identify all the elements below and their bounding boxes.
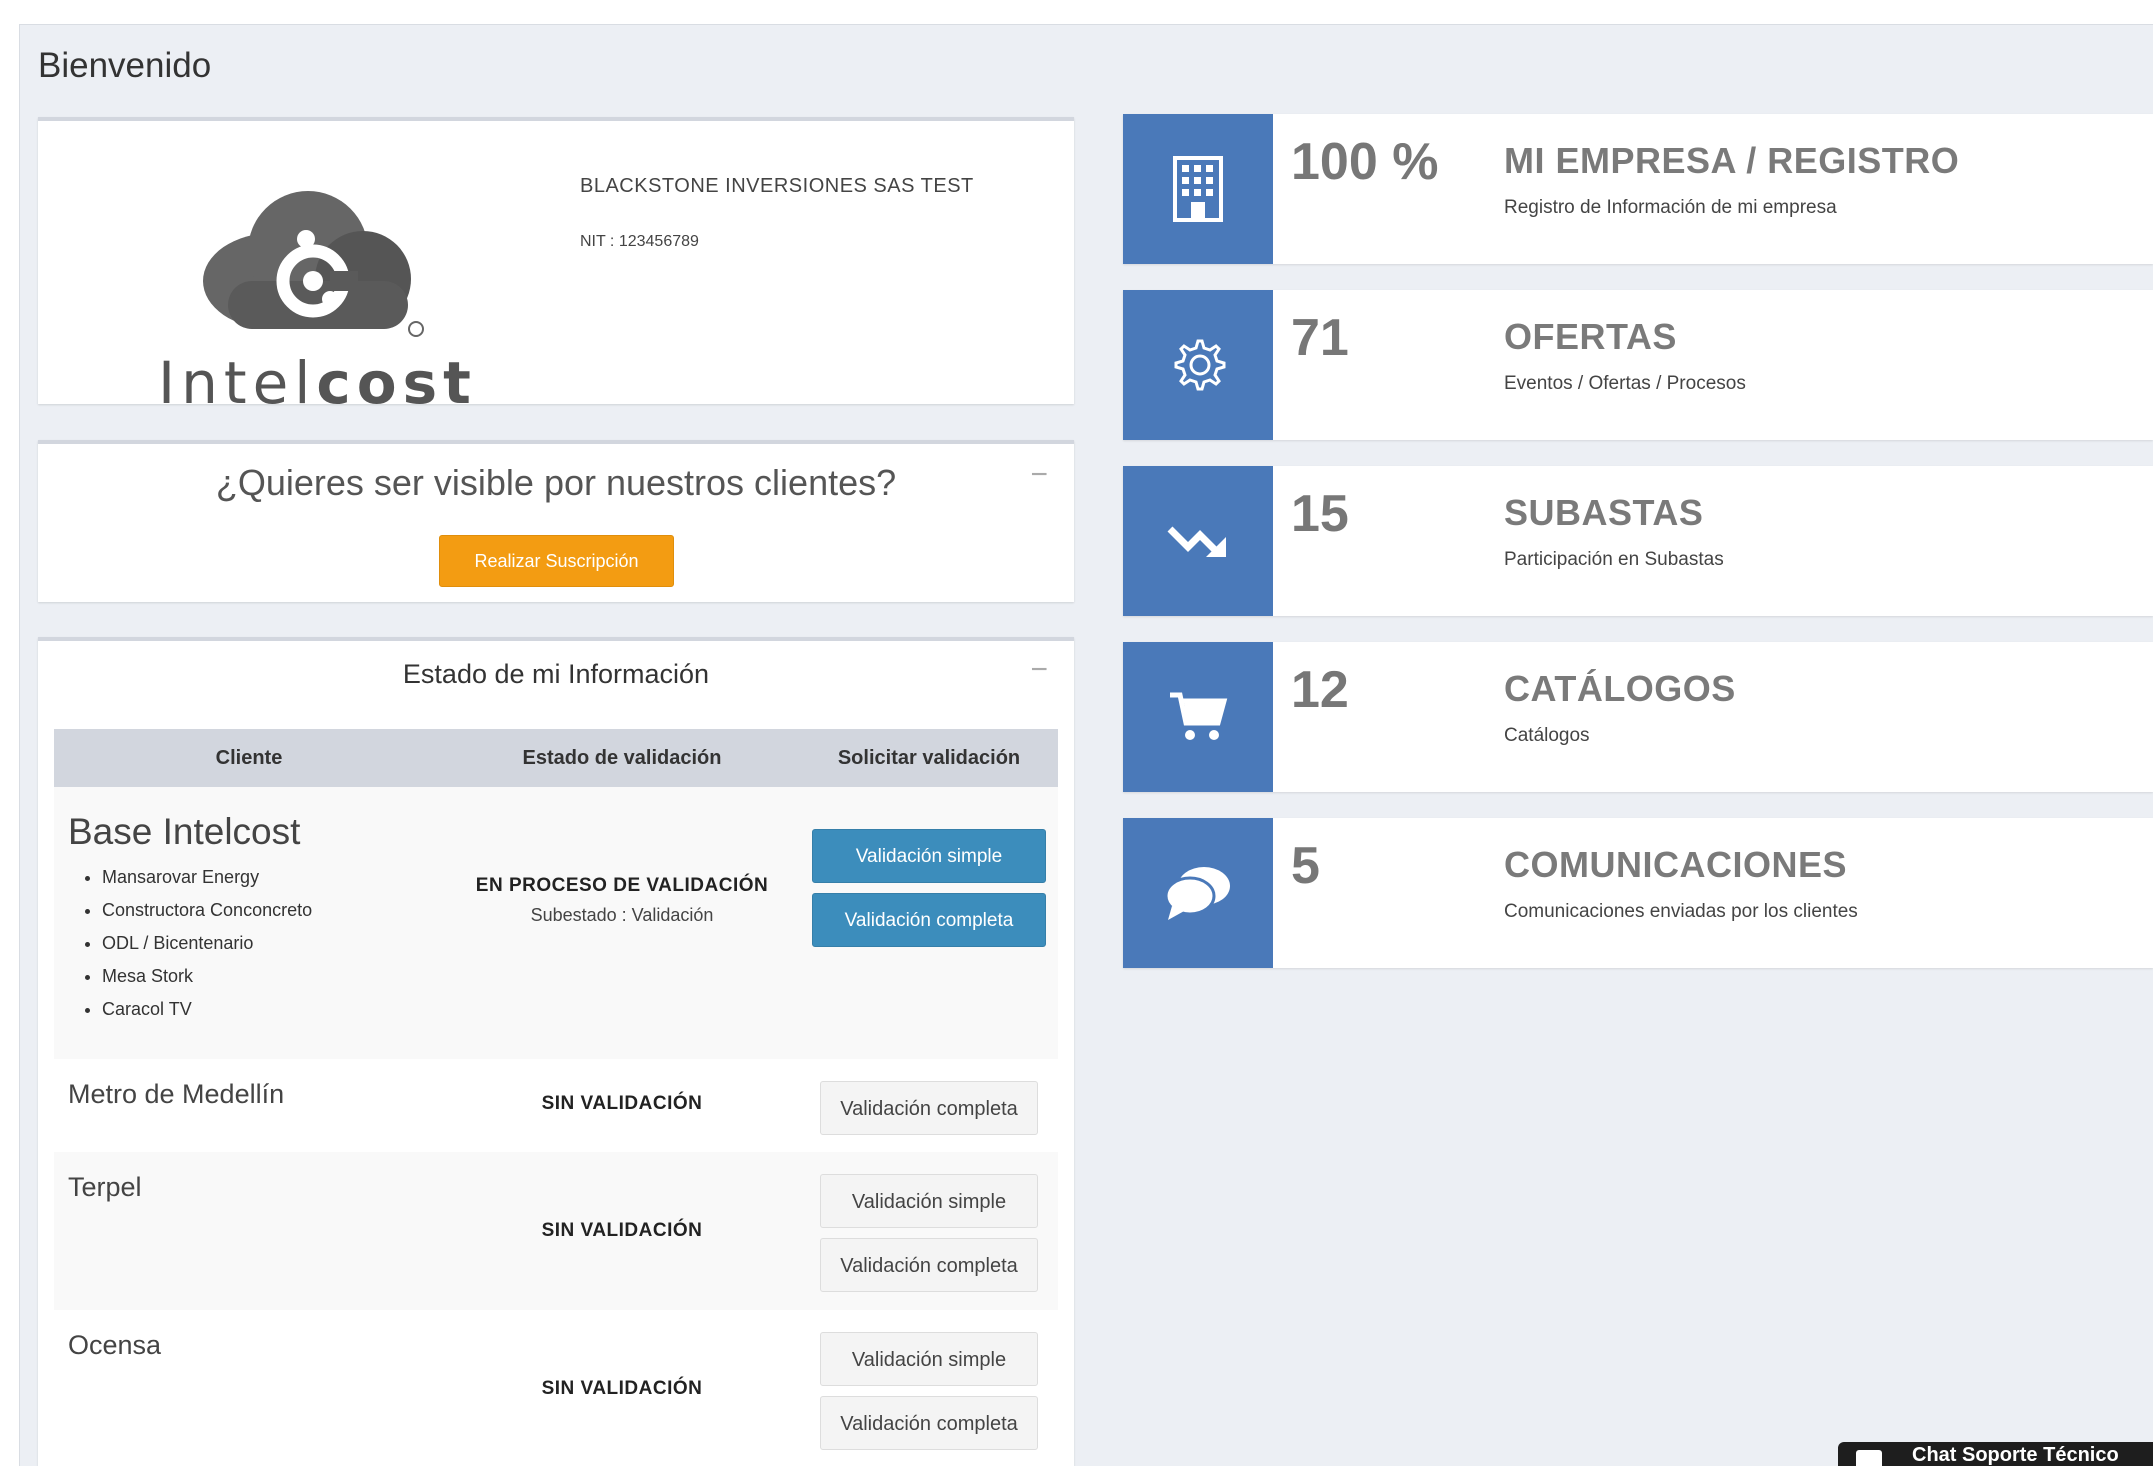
table-row: Terpel SIN VALIDACIÓN Validación simple … <box>54 1152 1058 1310</box>
info-box-catalogos[interactable]: 12 CATÁLOGOS Catálogos <box>1123 642 2153 792</box>
validation-state: SIN VALIDACIÓN <box>541 1220 703 1241</box>
cloud-logo-icon <box>203 191 424 337</box>
gear-icon <box>1123 290 1273 440</box>
state-cell: SIN VALIDACIÓN <box>444 1059 800 1152</box>
request-cell: Validación simple Validación completa <box>800 1152 1058 1310</box>
request-cell: Validación simple Validación completa <box>800 1310 1058 1466</box>
subscribe-button[interactable]: Realizar Suscripción <box>439 535 674 587</box>
info-number: 100 % <box>1291 133 1439 191</box>
full-validation-button[interactable]: Validación completa <box>820 1238 1038 1292</box>
chat-icon <box>1123 818 1273 968</box>
validation-state: SIN VALIDACIÓN <box>541 1093 703 1114</box>
state-cell: SIN VALIDACIÓN <box>444 1310 800 1466</box>
simple-validation-button[interactable]: Validación simple <box>820 1174 1038 1228</box>
info-subtitle: Participación en Subastas <box>1504 549 1724 570</box>
visibility-box: ¿Quieres ser visible por nuestros client… <box>38 440 1074 602</box>
trending-down-icon <box>1123 466 1273 616</box>
info-box-ofertas[interactable]: 71 OFERTAS Eventos / Ofertas / Procesos <box>1123 290 2153 440</box>
info-title: CATÁLOGOS <box>1504 668 1736 709</box>
column-header-request: Solicitar validación <box>800 729 1058 787</box>
table-row: Ocensa SIN VALIDACIÓN Validación simple … <box>54 1310 1058 1466</box>
info-box-empresa[interactable]: 100 % MI EMPRESA / REGISTRO Registro de … <box>1123 114 2153 264</box>
full-validation-button[interactable]: Validación completa <box>820 1396 1038 1450</box>
building-icon <box>1123 114 1273 264</box>
collapse-status-button[interactable]: − <box>1030 653 1048 687</box>
validation-state: EN PROCESO DE VALIDACIÓN <box>475 875 769 896</box>
info-number: 5 <box>1291 837 1320 895</box>
full-validation-button[interactable]: Validación completa <box>812 893 1046 947</box>
sub-client-item: Caracol TV <box>102 993 444 1026</box>
state-cell: SIN VALIDACIÓN <box>444 1152 800 1310</box>
client-name: Terpel <box>68 1172 142 1202</box>
status-box: Estado de mi Información − Cliente Estad… <box>38 637 1074 1466</box>
info-title: MI EMPRESA / REGISTRO <box>1504 140 1960 181</box>
client-cell: Ocensa <box>54 1310 444 1466</box>
info-subtitle: Comunicaciones enviadas por los clientes <box>1504 901 1858 922</box>
table-row: Base Intelcost Mansarovar Energy Constru… <box>54 787 1058 1059</box>
info-title: SUBASTAS <box>1504 492 1704 533</box>
client-name: Base Intelcost <box>68 811 301 852</box>
company-name: BLACKSTONE INVERSIONES SAS TEST <box>580 175 974 197</box>
collapse-visibility-button[interactable]: − <box>1030 458 1048 492</box>
info-title: COMUNICACIONES <box>1504 844 1848 885</box>
request-cell: Validación simple Validación completa <box>800 787 1058 1059</box>
column-header-state: Estado de validación <box>444 729 800 787</box>
company-nit: NIT : 123456789 <box>580 233 699 250</box>
client-name: Ocensa <box>68 1330 162 1360</box>
validation-substate: Subestado : Validación <box>530 905 714 925</box>
logo-wordmark: Intelcost <box>158 349 477 417</box>
chat-label: Chat Soporte Técnico <box>1912 1444 2119 1466</box>
validation-state: SIN VALIDACIÓN <box>541 1378 703 1399</box>
info-title: OFERTAS <box>1504 316 1677 357</box>
request-cell: Validación completa <box>800 1059 1058 1152</box>
visibility-title: ¿Quieres ser visible por nuestros client… <box>215 462 897 503</box>
page-title: Bienvenido <box>38 46 212 85</box>
cart-icon <box>1123 642 1273 792</box>
support-chat-tab[interactable]: Chat Soporte Técnico <box>1838 1442 2153 1466</box>
client-cell: Terpel <box>54 1152 444 1310</box>
info-number: 12 <box>1291 661 1349 719</box>
state-cell: EN PROCESO DE VALIDACIÓN Subestado : Val… <box>444 787 800 1059</box>
sub-client-item: ODL / Bicentenario <box>102 927 444 960</box>
client-name: Metro de Medellín <box>68 1079 285 1109</box>
client-cell: Metro de Medellín <box>54 1059 444 1152</box>
table-row: Metro de Medellín SIN VALIDACIÓN Validac… <box>54 1059 1058 1152</box>
info-number: 15 <box>1291 485 1349 543</box>
info-number: 71 <box>1291 309 1349 367</box>
company-card: Intelcost BLACKSTONE INVERSIONES SAS TES… <box>38 117 1074 417</box>
info-subtitle: Eventos / Ofertas / Procesos <box>1504 373 1746 394</box>
sub-client-item: Mesa Stork <box>102 960 444 993</box>
sub-client-item: Mansarovar Energy <box>102 861 444 894</box>
table-header-row: Cliente Estado de validación Solicitar v… <box>54 729 1058 787</box>
validation-table: Cliente Estado de validación Solicitar v… <box>54 729 1058 1466</box>
info-subtitle: Registro de Información de mi empresa <box>1504 197 1837 218</box>
simple-validation-button[interactable]: Validación simple <box>820 1332 1038 1386</box>
info-box-comunicaciones[interactable]: 5 COMUNICACIONES Comunicaciones enviadas… <box>1123 818 2153 968</box>
status-title: Estado de mi Información <box>402 659 710 689</box>
info-box-subastas[interactable]: 15 SUBASTAS Participación en Subastas <box>1123 466 2153 616</box>
intelcost-logo: Intelcost <box>158 171 498 417</box>
sub-client-item: Constructora Conconcreto <box>102 894 444 927</box>
chat-bubble-icon <box>1856 1450 1882 1466</box>
full-validation-button[interactable]: Validación completa <box>820 1081 1038 1135</box>
column-header-client: Cliente <box>54 729 444 787</box>
client-cell: Base Intelcost Mansarovar Energy Constru… <box>54 787 444 1059</box>
simple-validation-button[interactable]: Validación simple <box>812 829 1046 883</box>
sub-client-list: Mansarovar Energy Constructora Conconcre… <box>102 861 444 1026</box>
info-subtitle: Catálogos <box>1504 725 1590 746</box>
